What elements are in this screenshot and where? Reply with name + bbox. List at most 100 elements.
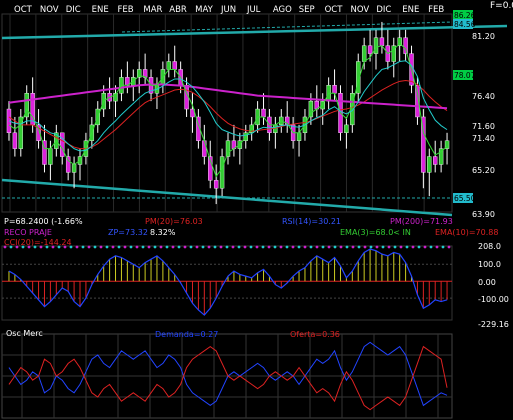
cci-y-tick-label: -229.16: [478, 320, 509, 329]
candle-body: [261, 108, 266, 118]
cci-dot: [429, 245, 433, 249]
cci-dot: [81, 245, 85, 249]
cci-dot: [387, 245, 391, 249]
corner-label: F=0.0: [490, 1, 513, 11]
cci-dot: [39, 245, 43, 249]
x-tick-label: NOV: [350, 5, 369, 15]
cci-dot: [279, 245, 283, 249]
candle-body: [213, 180, 219, 189]
x-tick-label: OCT: [14, 5, 33, 15]
x-tick-label: JUL: [246, 5, 261, 15]
cci-dot: [369, 245, 373, 249]
cci-dot: [135, 245, 139, 249]
cci-dot: [327, 245, 331, 249]
cci-dot: [177, 245, 181, 249]
cci-dot: [291, 245, 295, 249]
chart-background: [0, 0, 513, 420]
x-tick-label: DIC: [376, 5, 391, 15]
cci-dot: [351, 245, 355, 249]
cci-dot: [237, 245, 241, 249]
price-tag-text: 84.56: [454, 20, 476, 29]
osc-title: Osc Merc: [6, 329, 43, 338]
cci-dot: [285, 245, 289, 249]
cci-dot: [405, 245, 409, 249]
cci-dot: [345, 245, 349, 249]
cci-dot: [219, 245, 223, 249]
candle-body: [296, 132, 302, 141]
cci-dot: [417, 245, 421, 249]
cci-dot: [9, 245, 13, 249]
x-tick-label: FEB: [428, 5, 444, 15]
cci-dot: [375, 245, 379, 249]
cci-dot: [15, 245, 19, 249]
cci-y-tick-label: 208.0: [478, 242, 501, 251]
cci-dot: [93, 245, 97, 249]
x-tick-label: MAR: [143, 5, 162, 15]
candle-body: [379, 37, 385, 46]
info-label-row2: EMA(10)=70.88: [435, 228, 498, 237]
candle-body: [273, 124, 278, 133]
candle-body: [65, 156, 71, 173]
x-tick-label: SEP: [299, 5, 315, 15]
cci-dot: [261, 245, 265, 249]
y-tick-label: 71.40: [472, 134, 495, 143]
cci-dot: [87, 245, 91, 249]
y-tick-label: 71.60: [472, 122, 495, 131]
cci-dot: [141, 245, 145, 249]
candle-body: [344, 124, 349, 133]
cci-dot: [33, 245, 37, 249]
x-tick-label: OCT: [325, 5, 344, 15]
cci-dot: [243, 245, 247, 249]
info-label-row2: EMA(3)=68.0< IN: [340, 228, 411, 237]
candle-body: [332, 85, 337, 94]
y-tick-label: 81.20: [472, 32, 495, 41]
cci-dot: [447, 245, 451, 249]
candle-body: [71, 164, 77, 173]
price-tag-text: 86.26: [454, 11, 476, 20]
candle-body: [172, 61, 177, 70]
cci-dot: [441, 245, 445, 249]
cci-dot: [165, 245, 169, 249]
price-tag-text: 65.50: [454, 194, 476, 203]
cci-y-tick-label: 0.00: [478, 278, 496, 287]
osc-series-label: Oferta=0.36: [290, 330, 340, 339]
cci-dot: [189, 245, 193, 249]
candle-body: [367, 45, 373, 54]
cci-dot: [3, 245, 7, 249]
x-tick-label: MAY: [195, 5, 213, 15]
candle-body: [166, 61, 172, 70]
cci-y-tick-label: 100.0: [478, 260, 501, 269]
candle-body: [308, 100, 314, 118]
x-tick-label: ENE: [402, 5, 419, 15]
x-tick-label: ENE: [92, 5, 109, 15]
cci-dot: [315, 245, 319, 249]
cci-dot: [195, 245, 199, 249]
cci-dot: [57, 245, 61, 249]
cci-dot: [207, 245, 211, 249]
cci-dot: [303, 245, 307, 249]
cci-dot: [45, 245, 49, 249]
cci-dot: [399, 245, 403, 249]
cci-dot: [267, 245, 271, 249]
info-label-row1: RSI(14)=30.21: [282, 217, 341, 226]
cci-dot: [231, 245, 235, 249]
x-tick-label: NOV: [40, 5, 59, 15]
cci-dot: [111, 245, 115, 249]
cci-dot: [363, 245, 367, 249]
cci-dot: [75, 245, 79, 249]
cci-dot: [249, 245, 253, 249]
cci-dot: [213, 245, 217, 249]
osc-series-label: Demanda=0.27: [155, 330, 218, 339]
cci-dot: [123, 245, 127, 249]
x-tick-label: DIC: [66, 5, 81, 15]
cci-dot: [159, 245, 163, 249]
cci-dot: [171, 245, 175, 249]
cci-dot: [99, 245, 103, 249]
candle-body: [202, 140, 207, 157]
cci-dot: [321, 245, 325, 249]
candle-body: [427, 156, 432, 173]
cci-dot: [201, 245, 205, 249]
cci-dot: [309, 245, 313, 249]
info-label-row1: PM(20)=76.03: [145, 217, 203, 226]
cci-dot: [153, 245, 157, 249]
